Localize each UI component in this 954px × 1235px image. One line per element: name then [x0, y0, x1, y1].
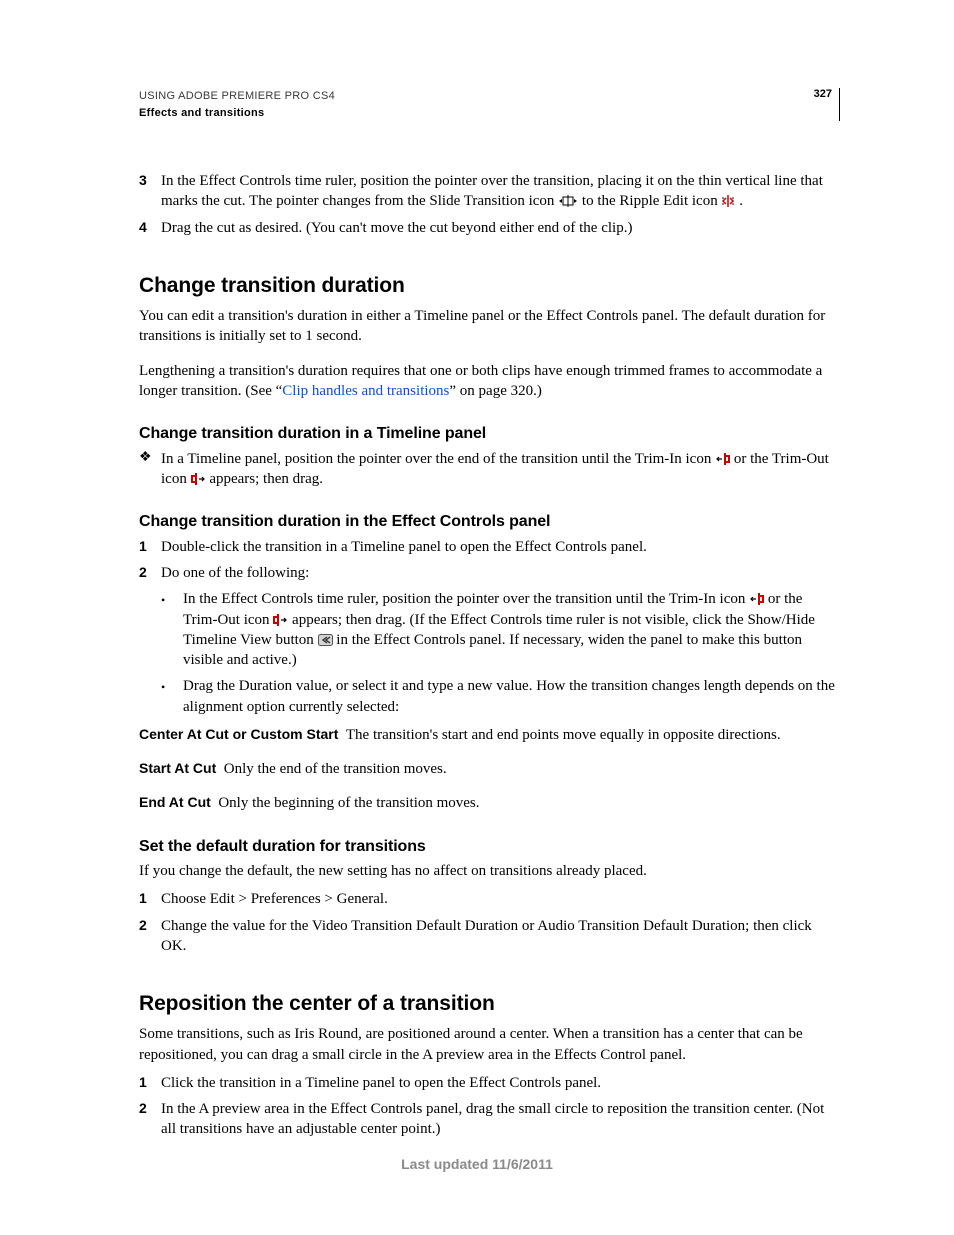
page: USING ADOBE PREMIERE PRO CS4 Effects and… [0, 0, 954, 1235]
page-footer: Last updated 11/6/2011 [0, 1156, 954, 1172]
text-run: appears; then drag. [209, 471, 323, 487]
step-text: Choose Edit > Preferences > General. [161, 889, 840, 909]
step-number: 1 [139, 889, 161, 909]
step-number: 4 [139, 218, 161, 238]
step-number: 1 [139, 537, 161, 557]
bullet-glyph: ❖ [139, 449, 161, 490]
list-item: 1 Click the transition in a Timeline pan… [139, 1073, 840, 1093]
text-run: to the Ripple Edit icon [582, 193, 722, 209]
definition-text: Only the end of the transition moves. [224, 761, 447, 777]
list-item: 1 Double-click the transition in a Timel… [139, 537, 840, 557]
definition-text: Only the beginning of the transition mov… [218, 795, 479, 811]
step-number: 2 [139, 563, 161, 583]
step-text: In a Timeline panel, position the pointe… [161, 449, 840, 490]
doc-title: USING ADOBE PREMIERE PRO CS4 [139, 88, 335, 105]
step-list: 1 Click the transition in a Timeline pan… [139, 1073, 840, 1140]
definition-item: Center At Cut or Custom Start The transi… [139, 725, 840, 745]
definition-item: Start At Cut Only the end of the transit… [139, 759, 840, 779]
step-number: 1 [139, 1073, 161, 1093]
list-item: 3 In the Effect Controls time ruler, pos… [139, 171, 840, 212]
trim-in-icon [715, 453, 730, 465]
step-number: 2 [139, 916, 161, 957]
definition-term: Center At Cut or Custom Start [139, 726, 338, 742]
bullet-glyph: • [161, 676, 183, 717]
list-item: 1 Choose Edit > Preferences > General. [139, 889, 840, 909]
list-item: 4 Drag the cut as desired. (You can't mo… [139, 218, 840, 238]
list-item: • In the Effect Controls time ruler, pos… [161, 589, 840, 670]
definition-text: The transition's start and end points mo… [346, 727, 781, 743]
text-run: In the Effect Controls time ruler, posit… [183, 591, 749, 607]
step-text: In the Effect Controls time ruler, posit… [161, 171, 840, 212]
step-text: Drag the Duration value, or select it an… [183, 676, 840, 717]
heading-reposition-center: Reposition the center of a transition [139, 990, 840, 1018]
trim-in-icon [749, 593, 764, 605]
heading-change-in-timeline: Change transition duration in a Timeline… [139, 423, 840, 445]
list-item: 2 Do one of the following: [139, 563, 840, 583]
paragraph: Some transitions, such as Iris Round, ar… [139, 1024, 840, 1065]
list-item: • Drag the Duration value, or select it … [161, 676, 840, 717]
text-run: . [739, 193, 743, 209]
step-list-continued: 3 In the Effect Controls time ruler, pos… [139, 171, 840, 238]
step-number: 2 [139, 1099, 161, 1140]
step-number: 3 [139, 171, 161, 212]
step-text: Change the value for the Video Transitio… [161, 916, 840, 957]
step-text: Do one of the following: [161, 563, 840, 583]
step-text: Drag the cut as desired. (You can't move… [161, 218, 840, 238]
page-header: USING ADOBE PREMIERE PRO CS4 Effects and… [139, 88, 840, 121]
heading-set-default-duration: Set the default duration for transitions [139, 836, 840, 858]
bullet-glyph: • [161, 589, 183, 670]
definition-item: End At Cut Only the beginning of the tra… [139, 793, 840, 813]
paragraph: If you change the default, the new setti… [139, 861, 840, 881]
step-list: 1 Double-click the transition in a Timel… [139, 537, 840, 584]
list-item: 2 Change the value for the Video Transit… [139, 916, 840, 957]
paragraph: You can edit a transition's duration in … [139, 306, 840, 347]
heading-change-in-effect-controls: Change transition duration in the Effect… [139, 511, 840, 533]
list-item: ❖ In a Timeline panel, position the poin… [139, 449, 840, 490]
list-item: 2 In the A preview area in the Effect Co… [139, 1099, 840, 1140]
bullet-list: ❖ In a Timeline panel, position the poin… [139, 449, 840, 490]
show-hide-timeline-icon [318, 634, 333, 646]
page-number: 327 [814, 88, 832, 100]
step-text: Click the transition in a Timeline panel… [161, 1073, 840, 1093]
text-run: ” on page 320.) [449, 383, 541, 399]
step-text: In the Effect Controls time ruler, posit… [183, 589, 840, 670]
link-clip-handles[interactable]: Clip handles and transitions [282, 383, 449, 399]
doc-section: Effects and transitions [139, 105, 335, 122]
slide-transition-icon [558, 195, 578, 207]
trim-out-icon [191, 473, 206, 485]
ripple-edit-icon [721, 195, 735, 207]
step-text: In the A preview area in the Effect Cont… [161, 1099, 840, 1140]
trim-out-icon [273, 614, 288, 626]
definition-term: Start At Cut [139, 760, 216, 776]
definition-term: End At Cut [139, 794, 211, 810]
heading-change-transition-duration: Change transition duration [139, 272, 840, 300]
page-body: 3 In the Effect Controls time ruler, pos… [139, 171, 840, 1140]
header-left: USING ADOBE PREMIERE PRO CS4 Effects and… [139, 88, 335, 121]
paragraph: Lengthening a transition's duration requ… [139, 361, 840, 402]
step-text: Double-click the transition in a Timelin… [161, 537, 840, 557]
step-list: 1 Choose Edit > Preferences > General. 2… [139, 889, 840, 956]
text-run: In a Timeline panel, position the pointe… [161, 451, 715, 467]
sub-bullet-list: • In the Effect Controls time ruler, pos… [161, 589, 840, 717]
